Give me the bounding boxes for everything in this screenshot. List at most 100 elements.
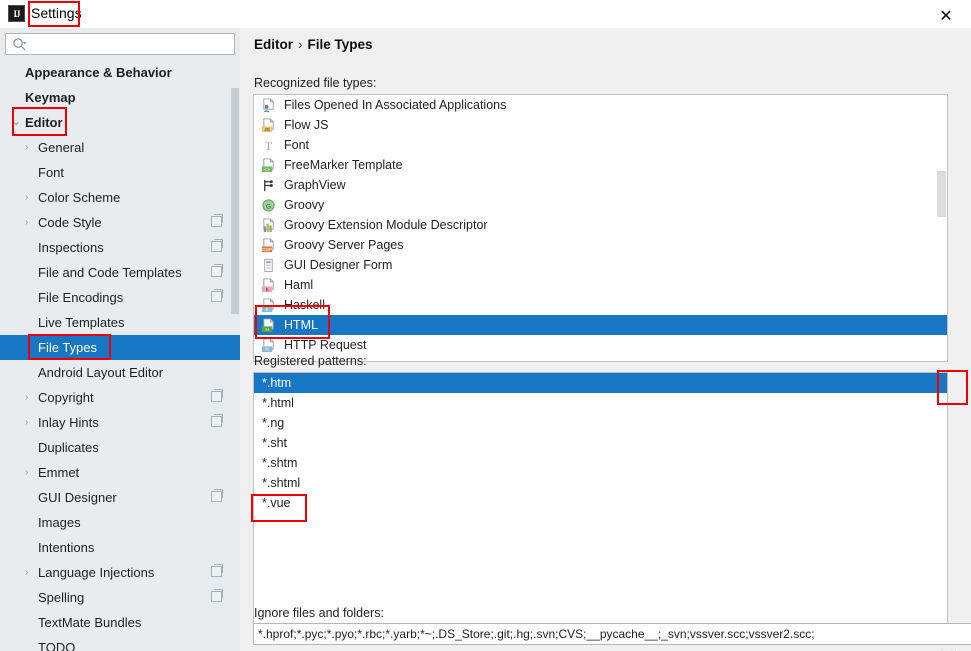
sidebar-item-file-encodings[interactable]: File Encodings	[0, 285, 240, 310]
sidebar-item-appearance-behavior[interactable]: Appearance & Behavior	[0, 60, 240, 85]
sidebar-item-label: Appearance & Behavior	[25, 65, 172, 80]
registered-patterns-label: Registered patterns:	[254, 354, 367, 368]
sidebar-item-color-scheme[interactable]: › Color Scheme	[0, 185, 240, 210]
file-type-row[interactable]: JS Flow JS	[254, 115, 947, 135]
file-type-row[interactable]: GraphView	[254, 175, 947, 195]
file-type-label: HTML	[284, 318, 319, 332]
chevron-right-icon[interactable]: ›	[25, 560, 37, 585]
recognized-file-types-list[interactable]: Files Opened In Associated Applications J…	[253, 94, 948, 362]
sidebar-item-spelling[interactable]: Spelling	[0, 585, 240, 610]
sidebar-item-label: Emmet	[38, 465, 80, 480]
svg-text:G: G	[266, 203, 271, 210]
pattern-row[interactable]: *.vue	[254, 493, 947, 513]
file-type-label: Groovy	[284, 198, 325, 212]
file-type-row[interactable]: Groovy Extension Module Descriptor	[254, 215, 947, 235]
sidebar-scrollbar-thumb[interactable]	[231, 88, 239, 314]
chevron-right-icon[interactable]: ›	[25, 135, 37, 160]
chevron-down-icon[interactable]: ⌄	[12, 110, 24, 135]
sidebar-item-emmet[interactable]: › Emmet	[0, 460, 240, 485]
gsp-file-icon: GSP	[261, 238, 274, 253]
settings-sidebar: Appearance & Behavior Keymap ⌄ Editor › Gener…	[0, 28, 240, 651]
chevron-right-icon[interactable]: ›	[25, 385, 37, 410]
sidebar-item-label: Live Templates	[38, 315, 125, 330]
svg-text:JS: JS	[264, 127, 270, 133]
sidebar-item-language-injections[interactable]: › Language Injections	[0, 560, 240, 585]
sidebar-item-code-style[interactable]: › Code Style	[0, 210, 240, 235]
breadcrumb-current: File Types	[307, 37, 373, 52]
sidebar-item-label: Android Layout Editor	[38, 365, 164, 380]
file-type-label: Groovy Extension Module Descriptor	[284, 218, 488, 232]
project-scope-icon	[211, 414, 223, 427]
sidebar-item-label: Inlay Hints	[38, 415, 99, 430]
close-icon[interactable]: ✕	[931, 4, 961, 26]
sidebar-item-textmate-bundles[interactable]: TextMate Bundles	[0, 610, 240, 635]
sidebar-item-label: File and Code Templates	[38, 265, 182, 280]
recognized-file-types-label: Recognized file types:	[254, 76, 377, 90]
file-type-label: Haml	[284, 278, 314, 292]
pattern-row[interactable]: *.shtml	[254, 473, 947, 493]
file-type-row[interactable]: h Haml	[254, 275, 947, 295]
project-scope-icon	[211, 389, 223, 402]
sidebar-item-todo[interactable]: TODO	[0, 635, 240, 651]
sidebar-item-live-templates[interactable]: Live Templates	[0, 310, 240, 335]
sidebar-item-gui-designer[interactable]: GUI Designer	[0, 485, 240, 510]
sidebar-item-images[interactable]: Images	[0, 510, 240, 535]
project-scope-icon	[211, 239, 223, 252]
file-type-row[interactable]: h Haskell	[254, 295, 947, 315]
title-bar: IJ Settings ✕	[0, 0, 971, 28]
chevron-right-icon[interactable]: ›	[25, 185, 37, 210]
sidebar-item-file-and-code-templates[interactable]: File and Code Templates	[0, 260, 240, 285]
breadcrumb-separator-icon: ›	[298, 37, 303, 52]
pattern-row[interactable]: *.ng	[254, 413, 947, 433]
graphview-icon	[264, 179, 273, 192]
pattern-row[interactable]: *.shtm	[254, 453, 947, 473]
file-type-row[interactable]: T Font	[254, 135, 947, 155]
file-type-row[interactable]: GSP Groovy Server Pages	[254, 235, 947, 255]
file-type-label: HTTP Request	[284, 338, 367, 352]
search-field[interactable]	[5, 33, 235, 55]
sidebar-item-editor[interactable]: ⌄ Editor	[0, 110, 240, 135]
file-type-row[interactable]: GUI Designer Form	[254, 255, 947, 275]
associated-app-icon	[263, 98, 274, 113]
sidebar-item-intentions[interactable]: Intentions	[0, 535, 240, 560]
sidebar-item-label: Language Injections	[38, 565, 155, 580]
sidebar-item-file-types[interactable]: File Types	[0, 335, 240, 360]
svg-text:<>: <>	[264, 167, 270, 173]
sidebar-item-general[interactable]: › General	[0, 135, 240, 160]
pattern-row[interactable]: *.sht	[254, 433, 947, 453]
pattern-row[interactable]: *.htm	[254, 373, 947, 393]
pattern-row[interactable]: *.html	[254, 393, 947, 413]
sidebar-item-font[interactable]: Font	[0, 160, 240, 185]
chevron-right-icon[interactable]: ›	[25, 460, 37, 485]
chevron-right-icon[interactable]: ›	[25, 410, 37, 435]
gui-form-icon	[264, 258, 273, 273]
settings-content: Editor › File Types Recognized file types:…	[240, 28, 971, 651]
sidebar-item-inlay-hints[interactable]: › Inlay Hints	[0, 410, 240, 435]
sidebar-item-keymap[interactable]: Keymap	[0, 85, 240, 110]
file-type-row[interactable]: R HTTP Request	[254, 335, 947, 355]
file-type-row[interactable]: Files Opened In Associated Applications	[254, 95, 947, 115]
ignore-files-input[interactable]: *.hprof;*.pyc;*.pyo;*.rbc;*.yarb;*~;.DS_…	[253, 623, 971, 645]
file-type-row[interactable]: H HTML	[254, 315, 947, 335]
svg-text:T: T	[265, 141, 272, 153]
sidebar-item-android-layout-editor[interactable]: Android Layout Editor	[0, 360, 240, 385]
http-file-icon: R	[261, 338, 274, 353]
sidebar-item-label: Editor	[25, 115, 63, 130]
sidebar-item-label: Code Style	[38, 215, 102, 230]
registered-patterns-list[interactable]: *.htm *.html *.ng *.sht *.shtm *.shtml *.vue	[253, 372, 948, 624]
file-type-row[interactable]: <> FreeMarker Template	[254, 155, 947, 175]
search-input[interactable]	[32, 35, 230, 53]
file-type-row[interactable]: G Groovy	[254, 195, 947, 215]
file-type-label: Files Opened In Associated Applications	[284, 98, 507, 112]
sidebar-item-duplicates[interactable]: Duplicates	[0, 435, 240, 460]
sidebar-scrollbar[interactable]	[230, 60, 240, 651]
svg-text:h: h	[266, 307, 269, 313]
sidebar-item-label: File Encodings	[38, 290, 124, 305]
sidebar-item-copyright[interactable]: › Copyright	[0, 385, 240, 410]
file-type-label: Groovy Server Pages	[284, 238, 404, 252]
chevron-right-icon[interactable]: ›	[25, 210, 37, 235]
sidebar-item-inspections[interactable]: Inspections	[0, 235, 240, 260]
sidebar-item-label: TODO	[38, 640, 76, 651]
breadcrumb-parent[interactable]: Editor	[254, 37, 293, 52]
sidebar-item-label: Font	[38, 165, 65, 180]
